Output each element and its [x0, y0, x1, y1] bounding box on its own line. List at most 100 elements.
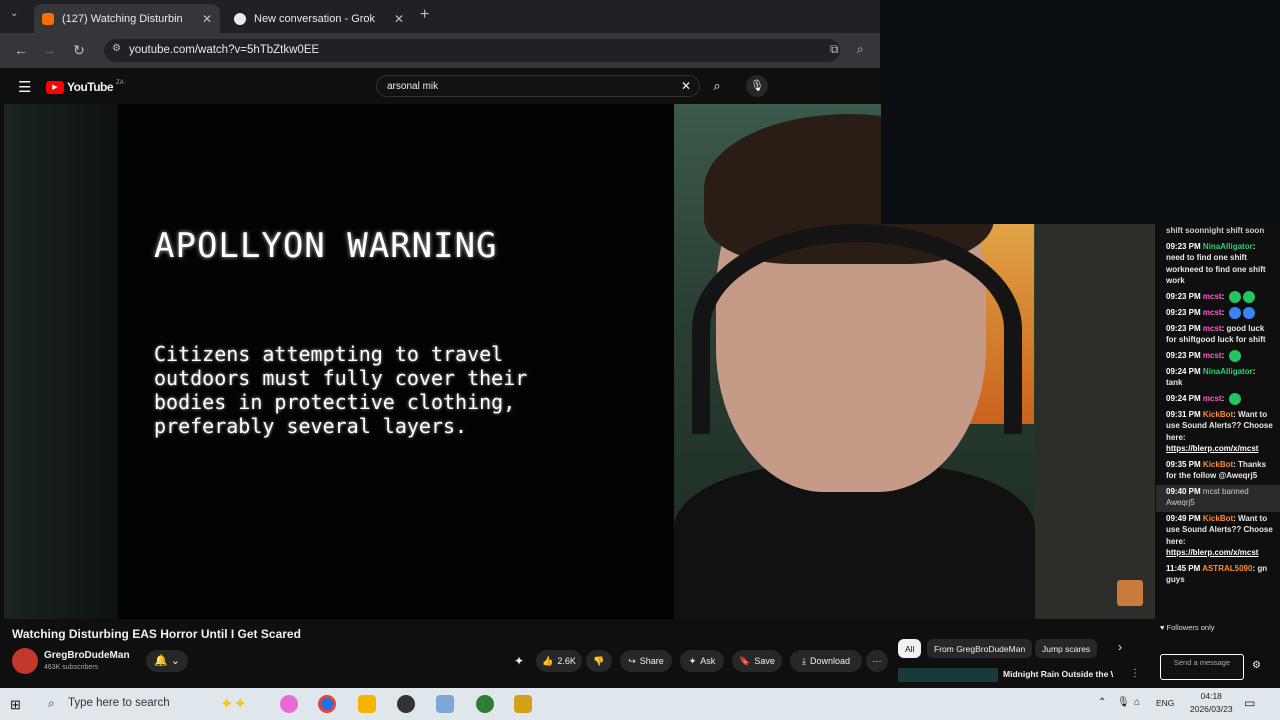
bookmark-icon: 🔖	[739, 655, 751, 666]
chat-message: 09:23 PM NinaAlligator: need to find one…	[1166, 241, 1266, 286]
more-options-button[interactable]: ⋯	[866, 650, 888, 672]
video-blur-edge	[4, 104, 118, 619]
chat-message: 09:24 PM NinaAlligator: tank	[1166, 366, 1256, 388]
thumbs-down-icon: 👎	[593, 655, 605, 666]
emote-icon	[1228, 290, 1241, 303]
chrome-profile-icon[interactable]	[476, 695, 494, 713]
copilot-icon[interactable]	[280, 695, 298, 713]
close-tab-icon[interactable]: ✕	[394, 12, 404, 26]
chat-message: 09:40 PM mcst banned Aweqrj5	[1156, 484, 1280, 512]
tray-chevron-icon[interactable]: ⌃	[1098, 697, 1106, 708]
system-clock[interactable]: 04:18 2026/03/23	[1190, 690, 1233, 716]
install-app-icon[interactable]: ⧉	[830, 42, 839, 57]
youtube-logo[interactable]: ▶ YouTube ZA	[46, 80, 124, 94]
obs-icon[interactable]	[397, 695, 415, 713]
chat-fragment: shift soonnight shift soon	[1166, 226, 1265, 235]
channel-name[interactable]: GregBroDudeMan	[44, 650, 130, 661]
eas-warning-body: Citizens attempting to travel outdoors m…	[154, 342, 528, 438]
youtube-favicon-icon	[42, 12, 54, 25]
chat-message: 09:23 PM mcst:	[1156, 290, 1280, 306]
bell-icon: 🔔	[154, 655, 168, 667]
chip-from-channel[interactable]: From GregBroDudeMan	[927, 639, 1033, 658]
chrome-icon[interactable]	[318, 695, 336, 713]
address-bar[interactable]: ⚙ youtube.com/watch?v=5hTbZtkw0EE	[104, 39, 840, 62]
download-icon: ⤓	[801, 655, 806, 666]
taskbar-search[interactable]: ⌕ Type here to search	[40, 693, 220, 715]
browser-tab-strip: ⌄ (127) Watching Disturbing E ✕ New conv…	[0, 0, 880, 33]
search-button[interactable]: ⌕	[700, 75, 734, 97]
channel-watermark-avatar[interactable]	[1117, 580, 1143, 606]
chat-message: 09:23 PM mcst: good luck for shiftgood l…	[1166, 323, 1266, 345]
share-icon: ↪	[628, 655, 636, 666]
share-button[interactable]: ↪ Share	[620, 650, 672, 672]
file-explorer-icon[interactable]	[358, 695, 376, 713]
ask-button[interactable]: ✦ Ask	[680, 650, 724, 672]
zoom-icon[interactable]: ⌕	[857, 42, 864, 57]
tab-grok[interactable]: New conversation - Grok ✕	[226, 4, 412, 33]
chat-message: 11:45 PM ASTRAL5090: gn guys	[1166, 563, 1268, 585]
tab-youtube[interactable]: (127) Watching Disturbing E ✕	[34, 4, 220, 33]
suggestion-title[interactable]: Midnight Rain Outside the Window ☁ | Cal…	[1003, 669, 1113, 680]
ask-sparkle-icon: ✦	[688, 655, 697, 666]
search-input[interactable]: arsonal mik ✕	[376, 75, 700, 97]
input-language[interactable]: ENG	[1156, 698, 1174, 708]
app-icon[interactable]	[514, 695, 532, 713]
emote-icon	[1242, 290, 1255, 303]
chat-message: 09:35 PM KickBot: Thanks for the follow …	[1166, 459, 1267, 481]
chat-message: 09:23 PM mcst:	[1156, 349, 1280, 365]
search-icon: ⌕	[713, 78, 721, 93]
play-logo-icon: ▶	[46, 80, 64, 94]
close-tab-icon[interactable]: ✕	[202, 12, 212, 26]
eas-warning-title: APOLLYON WARNING	[154, 226, 498, 266]
search-icon: ⌕	[48, 696, 55, 710]
sparkle-icon[interactable]: ✦	[514, 654, 524, 668]
voice-search-mic-icon[interactable]: 🎙	[746, 75, 768, 97]
chip-all[interactable]: All	[898, 639, 922, 658]
chat-message: 09:31 PM KickBot: Want to use Sound Aler…	[1166, 409, 1273, 454]
chat-message: 09:24 PM mcst:	[1156, 392, 1280, 408]
forward-arrow-icon[interactable]: →	[40, 42, 58, 58]
like-button[interactable]: 👍 2.6K	[536, 650, 582, 672]
emote-icon	[1228, 349, 1241, 362]
video-title: Watching Disturbing EAS Horror Until I G…	[12, 627, 301, 641]
suggestion-menu-icon[interactable]: ⋮	[1130, 668, 1140, 679]
back-arrow-icon[interactable]: ←	[12, 42, 30, 58]
chat-settings-icon[interactable]: ⚙	[1252, 660, 1261, 671]
emote-icon	[1228, 306, 1241, 319]
dislike-button[interactable]: 👎	[586, 650, 612, 672]
chat-message: 09:23 PM mcst:	[1156, 306, 1280, 322]
site-info-icon[interactable]: ⚙	[112, 43, 121, 54]
windows-start-icon[interactable]: ⊞	[10, 697, 21, 713]
emote-icon	[1228, 392, 1241, 405]
clear-search-icon[interactable]: ✕	[681, 79, 691, 93]
notification-center-icon[interactable]: ▭	[1244, 696, 1255, 710]
chip-jump-scares[interactable]: Jump scares	[1035, 639, 1098, 658]
chat-message-input[interactable]: Send a message	[1160, 654, 1244, 680]
followers-only-label: ♥ Followers only	[1160, 623, 1215, 632]
emote-icon	[1242, 306, 1255, 319]
reload-icon[interactable]: ↻	[70, 42, 88, 59]
notification-bell-button[interactable]: 🔔 ⌄	[146, 650, 188, 672]
network-tray-icon[interactable]: ⌂	[1134, 697, 1140, 708]
search-highlight-icon: ✦✦	[220, 696, 247, 713]
live-chat-panel: shift soonnight shift soon 09:23 PM Nina…	[1156, 224, 1280, 680]
tab-search-chevron-icon[interactable]: ⌄	[10, 8, 18, 19]
chat-message: 09:49 PM KickBot: Want to use Sound Aler…	[1166, 513, 1273, 558]
new-tab-button[interactable]: +	[420, 6, 429, 24]
grok-favicon-icon	[234, 12, 246, 25]
channel-avatar[interactable]	[12, 648, 38, 674]
menu-hamburger-icon[interactable]: ☰	[18, 78, 31, 96]
microphone-tray-icon[interactable]: 🎙	[1117, 697, 1130, 708]
overlay-window	[881, 0, 1280, 224]
download-button[interactable]: ⤓ Download	[790, 650, 862, 672]
chips-next-chevron-icon[interactable]: ›	[1118, 640, 1122, 654]
subscriber-count: 463K subscribers	[44, 664, 99, 671]
save-button[interactable]: 🔖 Save	[732, 650, 782, 672]
eas-screen: APOLLYON WARNING Citizens attempting to …	[118, 104, 674, 619]
snipping-tool-icon[interactable]	[436, 695, 454, 713]
suggestion-thumbnail[interactable]	[898, 668, 998, 682]
headset	[692, 224, 1022, 434]
more-dots-icon: ⋯	[872, 655, 882, 666]
thumbs-up-icon: 👍	[542, 655, 554, 666]
background-wall	[1035, 222, 1155, 619]
